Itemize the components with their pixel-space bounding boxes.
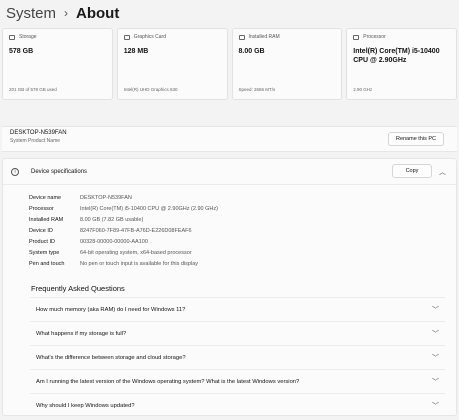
spec-list: Device name DESKTOP-N539FAN Processor In… <box>29 192 218 269</box>
card-subtext: 201 GB of 578 GB used <box>9 87 57 92</box>
graphics-card-card[interactable]: Graphics Card 128 MB Intel(R) UHD Graphi… <box>116 28 228 100</box>
spec-label: System type <box>29 249 60 256</box>
device-product-label: System Product Name <box>10 138 61 144</box>
card-label: Storage <box>19 34 37 40</box>
info-icon: i <box>11 167 19 176</box>
faq-item-memory[interactable]: How much memory (aka RAM) do I need for … <box>30 297 445 321</box>
section-title: Device specifications <box>31 168 88 175</box>
faq-item-cloud-storage[interactable]: What's the difference between storage an… <box>30 345 445 369</box>
faq-question: Am I running the latest version of the W… <box>36 378 300 385</box>
storage-card[interactable]: Storage 578 GB 201 GB of 578 GB used <box>2 28 113 100</box>
card-subtext: 2.90 GHz <box>353 87 373 92</box>
card-subtext: Intel(R) UHD Graphics 630 <box>123 87 178 92</box>
device-name-row: DESKTOP-N539FAN System Product Name Rena… <box>2 126 457 152</box>
spec-label: Device name <box>29 194 62 201</box>
spec-label: Installed RAM <box>29 216 64 223</box>
spec-label: Pen and touch <box>29 260 65 267</box>
memory-icon <box>238 34 245 40</box>
chevron-down-icon: ﹀ <box>432 402 439 410</box>
spec-label: Product ID <box>29 238 55 245</box>
card-subtext: Speed: 2666 MT/s <box>238 87 276 92</box>
chevron-down-icon: ﹀ <box>432 354 439 362</box>
page-title: About <box>76 4 120 22</box>
graphics-card-icon <box>123 34 130 40</box>
faq-item-keep-updated[interactable]: Why should I keep Windows updated? ﹀ <box>30 393 445 417</box>
breadcrumb: System › About <box>6 2 119 24</box>
spec-row: Pen and touch No pen or touch input is a… <box>29 258 218 269</box>
chevron-down-icon: ﹀ <box>432 330 439 338</box>
faq-question: What happens if my storage is full? <box>36 330 127 337</box>
faq-question: Why should I keep Windows updated? <box>36 402 135 409</box>
spec-value: 64-bit operating system, x64-based proce… <box>80 249 192 256</box>
device-specifications-header[interactable]: i Device specifications Copy ︿ <box>3 159 456 185</box>
spec-value: 00328-00000-00000-AA100 <box>80 238 148 245</box>
chevron-up-icon[interactable]: ︿ <box>439 167 446 177</box>
faq-question: How much memory (aka RAM) do I need for … <box>36 306 186 313</box>
card-value: 578 GB <box>9 48 34 55</box>
processor-icon <box>353 34 360 40</box>
chevron-down-icon: ﹀ <box>432 378 439 386</box>
chevron-down-icon: ﹀ <box>432 306 439 314</box>
faq-title: Frequently Asked Questions <box>31 284 125 293</box>
spec-label: Processor <box>29 205 54 212</box>
spec-label: Device ID <box>29 227 53 234</box>
card-header: Processor <box>353 34 450 40</box>
faq-list: How much memory (aka RAM) do I need for … <box>30 297 445 417</box>
spec-value: Intel(R) Core(TM) i5-10400 CPU @ 2.90GHz… <box>80 205 218 212</box>
breadcrumb-parent-system[interactable]: System <box>6 5 56 22</box>
card-value: 128 MB <box>123 48 149 55</box>
spec-value: DESKTOP-N539FAN <box>80 194 132 201</box>
spec-value: 8.00 GB (7.82 GB usable) <box>80 216 144 223</box>
card-value: 8.00 GB <box>238 48 265 55</box>
chevron-right-icon: › <box>64 6 69 20</box>
copy-button[interactable]: Copy <box>392 164 432 178</box>
faq-item-latest-version[interactable]: Am I running the latest version of the W… <box>30 369 445 393</box>
installed-ram-card[interactable]: Installed RAM 8.00 GB Speed: 2666 MT/s <box>231 28 343 100</box>
card-label: Processor <box>363 34 386 40</box>
card-header: Storage <box>9 34 106 40</box>
card-header: Graphics Card <box>123 34 221 40</box>
spec-row: Device name DESKTOP-N539FAN <box>29 192 218 203</box>
spec-value: No pen or touch input is available for t… <box>80 260 199 267</box>
device-specifications-panel: i Device specifications Copy ︿ Device na… <box>2 158 457 416</box>
storage-icon <box>9 34 15 40</box>
faq-question: What's the difference between storage an… <box>36 354 186 361</box>
spec-row: Installed RAM 8.00 GB (7.82 GB usable) <box>29 214 218 225</box>
spec-row: Processor Intel(R) Core(TM) i5-10400 CPU… <box>29 203 218 214</box>
rename-pc-button[interactable]: Rename this PC <box>388 132 444 146</box>
spec-row: Device ID 8247F060-7F89-47FB-A76D-E226D0… <box>29 225 218 236</box>
spec-value: 8247F060-7F89-47FB-A76D-E226D08FEAF6 <box>80 227 192 234</box>
spec-row: System type 64-bit operating system, x64… <box>29 247 218 258</box>
card-header: Installed RAM <box>238 34 336 40</box>
card-label: Installed RAM <box>248 34 280 40</box>
processor-card[interactable]: Processor Intel(R) Core(TM) i5-10400 CPU… <box>346 28 457 100</box>
card-label: Graphics Card <box>133 34 166 40</box>
card-value: Intel(R) Core(TM) i5-10400 CPU @ 2.90GHz <box>353 48 440 64</box>
spec-row: Product ID 00328-00000-00000-AA100 <box>29 236 218 247</box>
summary-cards: Storage 578 GB 201 GB of 578 GB used Gra… <box>2 28 457 100</box>
device-name: DESKTOP-N539FAN <box>10 130 67 136</box>
faq-item-storage-full[interactable]: What happens if my storage is full? ﹀ <box>30 321 445 345</box>
